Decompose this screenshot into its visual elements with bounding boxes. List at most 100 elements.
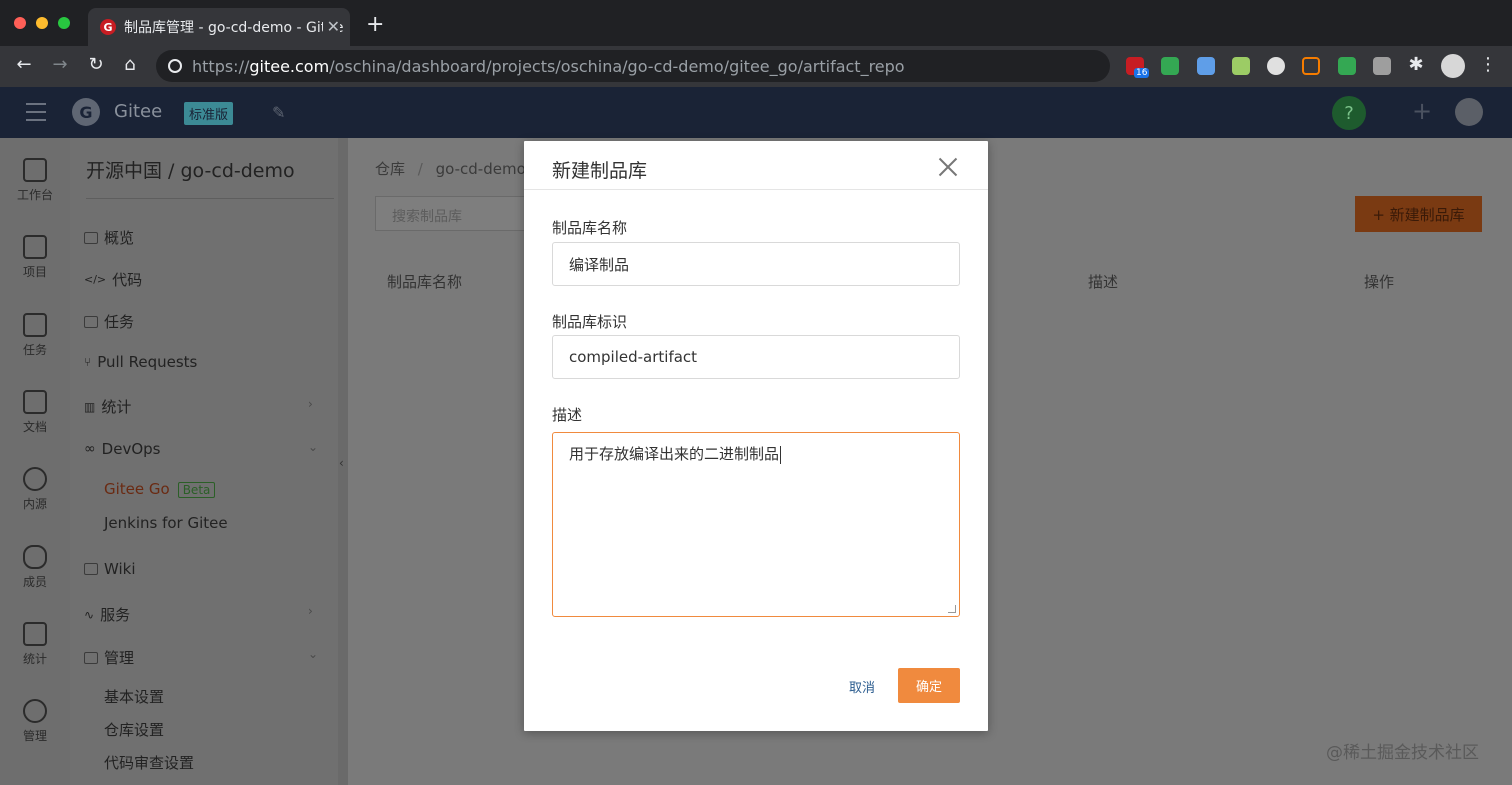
task-icon: [84, 315, 98, 328]
chevron-down-icon[interactable]: ⌄: [308, 647, 318, 661]
sidebar-item-repo-settings[interactable]: 仓库设置: [104, 719, 164, 740]
forward-icon[interactable]: →: [48, 54, 72, 75]
edition-badge: 标准版: [184, 102, 234, 125]
rail-item-docs[interactable]: 文档: [0, 390, 70, 435]
chevron-down-icon[interactable]: ⌄: [308, 440, 318, 454]
cancel-button[interactable]: 取消: [849, 677, 875, 696]
frame-extension-icon[interactable]: [1302, 57, 1320, 75]
rail-item-tasks[interactable]: 任务: [0, 313, 70, 358]
rail-item-manage[interactable]: 管理: [0, 699, 70, 744]
sidebar-item-code[interactable]: </> 代码: [84, 269, 142, 290]
shield-extension-icon[interactable]: [1338, 57, 1356, 75]
tab-close-icon[interactable]: ✕: [322, 17, 340, 36]
rail-label: 内源: [22, 497, 47, 511]
rail-label: 文档: [22, 420, 47, 434]
tracker-extension-icon[interactable]: [1373, 57, 1391, 75]
help-icon[interactable]: ?: [1332, 96, 1366, 130]
sidebar-item-overview[interactable]: 概览: [84, 227, 134, 248]
sidebar-item-label: 概览: [104, 229, 135, 247]
sidebar-item-code-review[interactable]: 代码审查设置: [104, 752, 194, 773]
chevron-left-icon[interactable]: ‹: [339, 456, 344, 470]
sidebar-item-label: 管理: [104, 649, 135, 667]
menu-icon[interactable]: [26, 103, 46, 121]
sidebar-item-tasks[interactable]: 任务: [84, 311, 134, 332]
sidebar-item-label: 基本设置: [104, 688, 165, 706]
resize-handle-icon[interactable]: [948, 605, 956, 613]
left-rail: 工作台 项目 任务 文档 内源 成员 统计 管理: [0, 138, 70, 785]
project-title[interactable]: 开源中国 / go-cd-demo: [86, 156, 295, 183]
chevron-right-icon[interactable]: ›: [308, 604, 313, 618]
breadcrumb: 仓库 / go-cd-demo: [375, 158, 526, 179]
back-icon[interactable]: ←: [12, 54, 36, 75]
browser-tab[interactable]: G 制品库管理 - go-cd-demo - Gitee ✕: [88, 8, 350, 46]
sidebar-item-jenkins[interactable]: Jenkins for Gitee: [104, 514, 228, 532]
confirm-button[interactable]: 确定: [898, 668, 960, 703]
home-icon[interactable]: ⌂: [118, 54, 142, 75]
rail-item-stats[interactable]: 统计: [0, 622, 70, 667]
extensions-puzzle-icon[interactable]: ✱: [1404, 54, 1428, 75]
rail-item-projects[interactable]: 项目: [0, 235, 70, 280]
diamond-extension-icon[interactable]: [1197, 57, 1215, 75]
user-avatar[interactable]: [1455, 98, 1483, 126]
chevron-right-icon[interactable]: ›: [308, 397, 313, 411]
sidebar-item-manage[interactable]: 管理: [84, 647, 134, 668]
description-text: 用于存放编译出来的二进制制品: [569, 445, 780, 463]
edit-icon[interactable]: ✎: [272, 103, 285, 122]
repo-id-field[interactable]: compiled-artifact: [552, 335, 960, 379]
innersource-icon: [23, 467, 47, 491]
close-icon[interactable]: [938, 157, 958, 177]
new-artifact-repo-button[interactable]: + 新建制品库: [1355, 196, 1482, 232]
sidebar-collapse-handle[interactable]: ‹: [338, 138, 348, 785]
rail-item-innersource[interactable]: 内源: [0, 467, 70, 512]
sidebar-item-label: 服务: [100, 606, 131, 624]
tab-title: 制品库管理 - go-cd-demo - Gitee: [124, 20, 344, 36]
brand-name[interactable]: Gitee: [114, 101, 162, 122]
profile-avatar-icon[interactable]: [1441, 54, 1465, 78]
site-info-icon[interactable]: [168, 59, 182, 73]
url-scheme: https://: [192, 56, 250, 76]
gear-icon: [23, 699, 47, 723]
sidebar-item-devops[interactable]: ∞ DevOps: [84, 440, 160, 458]
sidebar-item-label: DevOps: [101, 440, 161, 458]
sidebar-item-pull-requests[interactable]: ⑂ Pull Requests: [84, 353, 197, 371]
create-plus-icon[interactable]: +: [1412, 97, 1432, 125]
sidebar-item-gitee-go[interactable]: Gitee Go Beta: [104, 480, 216, 498]
rail-label: 任务: [22, 343, 47, 357]
dark-mode-extension-icon[interactable]: [1267, 57, 1285, 75]
sidebar-item-stats[interactable]: ▥ 统计: [84, 396, 131, 417]
sidebar-item-basic-settings[interactable]: 基本设置: [104, 686, 164, 707]
close-window-button[interactable]: [14, 17, 26, 29]
rail-item-members[interactable]: 成员: [0, 545, 70, 590]
breadcrumb-repo[interactable]: go-cd-demo: [436, 160, 526, 178]
sidebar-item-label: Gitee Go: [104, 480, 170, 498]
rail-label: 工作台: [16, 188, 53, 202]
rail-item-workbench[interactable]: 工作台: [0, 158, 70, 203]
sidebar-item-label: Pull Requests: [97, 353, 198, 371]
browser-menu-icon[interactable]: ⋮: [1476, 54, 1500, 75]
sidebar-item-label: Wiki: [104, 560, 136, 578]
address-bar[interactable]: https://gitee.com/oschina/dashboard/proj…: [156, 50, 1110, 82]
grid-extension-icon[interactable]: [1232, 57, 1250, 75]
sidebar-item-label: 代码审查设置: [104, 754, 195, 772]
sidebar-item-label: 统计: [101, 398, 132, 416]
url-path: /oschina/dashboard/projects/oschina/go-c…: [329, 56, 905, 76]
new-tab-icon[interactable]: +: [366, 12, 384, 37]
repo-name-field[interactable]: 编译制品: [552, 242, 960, 286]
zoom-window-button[interactable]: [58, 17, 70, 29]
manage-icon: [84, 651, 98, 664]
sidebar-item-wiki[interactable]: Wiki: [84, 560, 136, 578]
rail-label: 管理: [22, 729, 47, 743]
url-host: gitee.com: [249, 56, 330, 76]
project-sidebar: 开源中国 / go-cd-demo 概览 </> 代码 任务 ⑂ Pull Requ…: [70, 138, 338, 785]
gitee-logo-icon[interactable]: G: [72, 98, 100, 126]
app-header: G Gitee 标准版 ✎ ? +: [0, 87, 1512, 138]
description-textarea[interactable]: 用于存放编译出来的二进制制品: [552, 432, 960, 617]
sidebar-item-services[interactable]: ∿ 服务: [84, 604, 130, 625]
minimize-window-button[interactable]: [36, 17, 48, 29]
breadcrumb-root[interactable]: 仓库: [375, 160, 405, 178]
overview-icon: [84, 231, 98, 244]
reload-icon[interactable]: ↻: [84, 54, 108, 75]
rail-label: 成员: [22, 575, 47, 589]
users-icon: [23, 545, 47, 569]
download-extension-icon[interactable]: [1161, 57, 1179, 75]
